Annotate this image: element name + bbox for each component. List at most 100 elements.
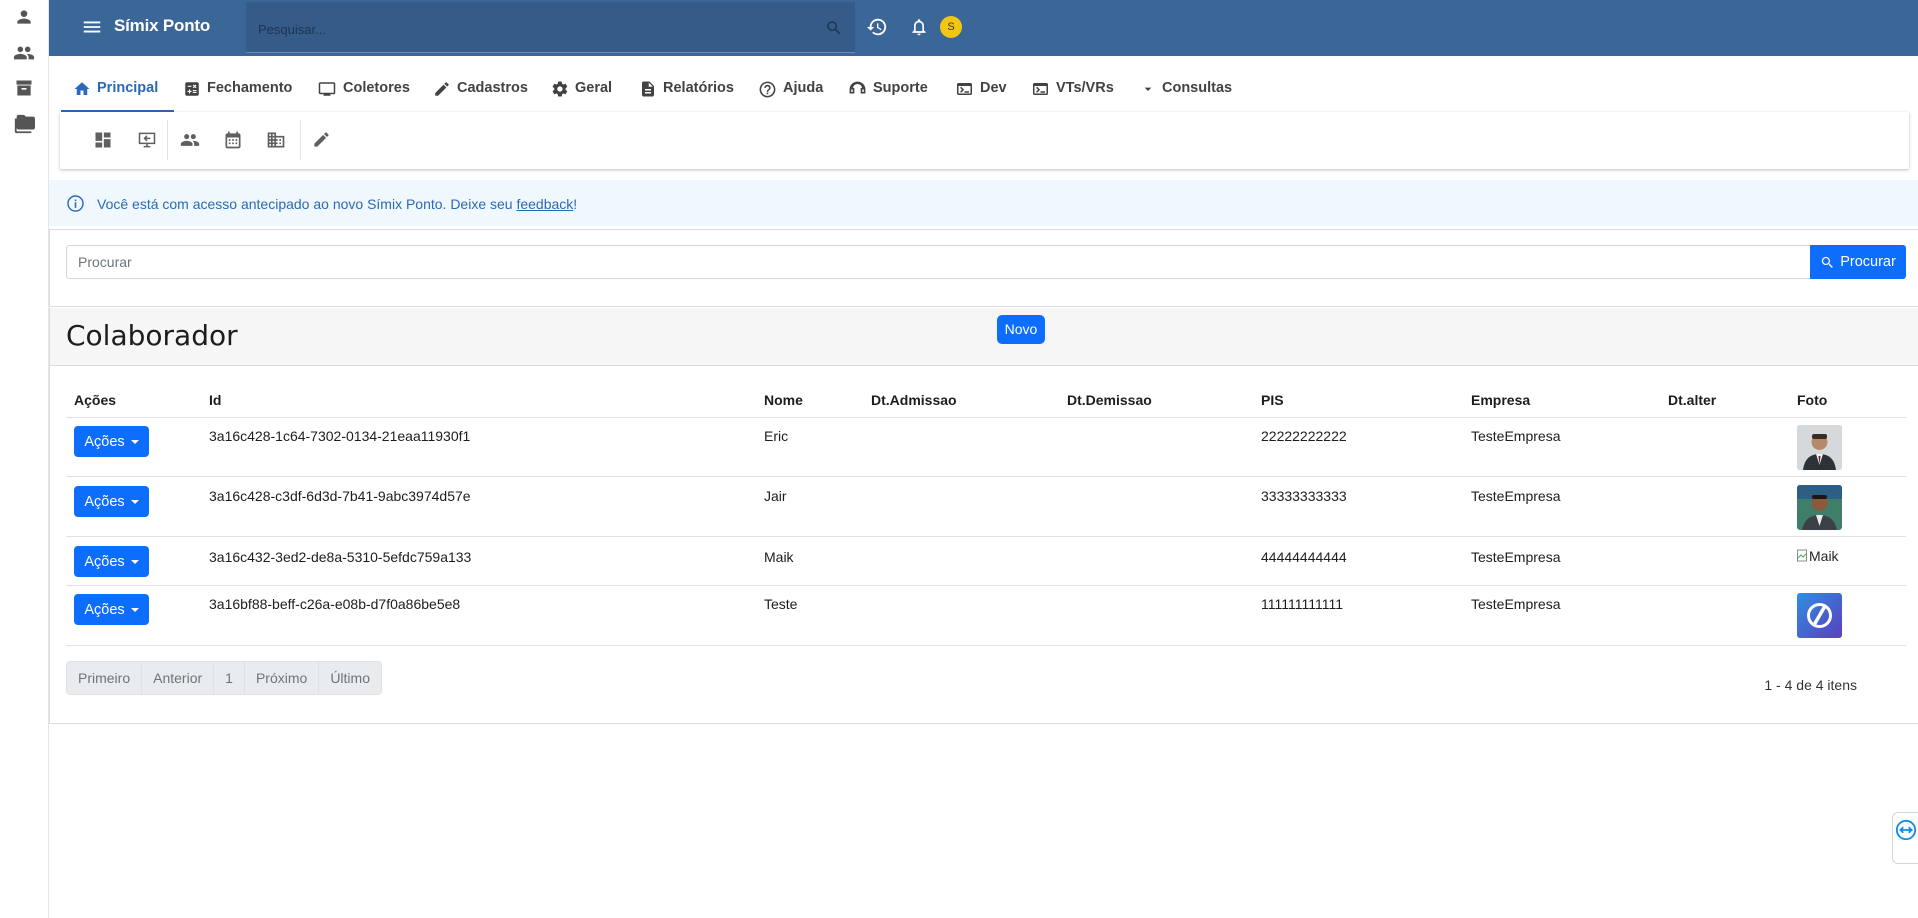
- tab-label: Suporte: [873, 80, 928, 96]
- global-search-placeholder: Pesquisar...: [258, 22, 326, 37]
- tab-label: Coletores: [343, 80, 410, 96]
- building-icon[interactable]: [266, 130, 288, 152]
- feedback-link[interactable]: feedback: [516, 196, 573, 212]
- caret-down-icon: [130, 559, 139, 564]
- employee-photo[interactable]: [1797, 593, 1842, 638]
- top-app-bar: Símix Ponto Pesquisar... S: [49, 0, 1918, 56]
- tab-ajuda[interactable]: Ajuda: [758, 80, 823, 116]
- history-icon[interactable]: [866, 16, 888, 38]
- caret-down-icon: [130, 499, 139, 504]
- support-icon: [849, 81, 866, 94]
- pager-next[interactable]: Próximo: [245, 662, 320, 694]
- home-icon: [74, 82, 90, 95]
- pencil-icon: [435, 82, 449, 96]
- card-header: Colaborador Novo: [49, 308, 1918, 366]
- actions-dropdown-button[interactable]: Ações: [74, 594, 149, 625]
- tab-label: Fechamento: [207, 80, 293, 96]
- employee-photo[interactable]: [1797, 485, 1842, 530]
- edit-pencil-icon[interactable]: [312, 130, 334, 152]
- tab-coletores[interactable]: Coletores: [317, 80, 410, 116]
- menu-icon[interactable]: [81, 16, 103, 38]
- gear-icon: [552, 81, 568, 97]
- pagination: Primeiro Anterior 1 Próximo Último: [66, 661, 382, 695]
- pager-first[interactable]: Primeiro: [67, 662, 143, 694]
- actions-dropdown-button[interactable]: Ações: [74, 546, 149, 577]
- notifications-bell-icon[interactable]: [909, 16, 931, 38]
- column-header[interactable]: Ações: [74, 392, 116, 408]
- cell-nome: Maik: [764, 549, 794, 565]
- dashboard-icon[interactable]: [93, 130, 115, 152]
- employee-table: Ações Id Nome Dt.Admissao Dt.Demissao PI…: [49, 366, 1918, 724]
- page-title: Colaborador: [66, 319, 238, 352]
- tab-dev[interactable]: Dev: [955, 80, 1007, 116]
- new-button[interactable]: Novo: [997, 315, 1045, 344]
- calendar-icon[interactable]: [223, 130, 245, 152]
- people-icon[interactable]: [179, 130, 201, 152]
- document-icon: [642, 81, 654, 97]
- pager-page-1[interactable]: 1: [214, 662, 245, 694]
- cell-pis: 33333333333: [1261, 488, 1347, 504]
- remote-support-widget[interactable]: [1892, 812, 1918, 864]
- early-access-alert: Você está com acesso antecipado ao novo …: [49, 180, 1918, 226]
- search-button-label: Procurar: [1840, 254, 1896, 270]
- cell-nome: Eric: [764, 428, 789, 444]
- tab-vts-vrs[interactable]: VTs/VRs: [1031, 80, 1114, 116]
- search-icon: [1822, 256, 1833, 268]
- tab-label: Relatórios: [663, 80, 734, 96]
- archive-icon[interactable]: [13, 77, 35, 99]
- column-header[interactable]: Foto: [1797, 392, 1827, 408]
- tab-relatorios[interactable]: Relatórios: [639, 80, 734, 116]
- column-header[interactable]: PIS: [1261, 392, 1284, 408]
- cell-pis: 22222222222: [1261, 428, 1347, 444]
- tab-label: Geral: [575, 80, 613, 96]
- column-header[interactable]: Nome: [764, 392, 803, 408]
- cell-id: 3a16bf88-beff-c26a-e08b-d7f0a86be5e8: [209, 596, 461, 612]
- cell-pis: 44444444444: [1261, 549, 1347, 565]
- cell-id: 3a16c428-c3df-6d3d-7b41-9abc3974d57e: [209, 488, 471, 504]
- people-icon[interactable]: [13, 42, 35, 64]
- person-icon[interactable]: [13, 6, 35, 28]
- column-header[interactable]: Id: [209, 392, 221, 408]
- cell-pis: 111111111111: [1261, 596, 1344, 612]
- cell-empresa: TesteEmpresa: [1471, 549, 1561, 565]
- pager-previous[interactable]: Anterior: [142, 662, 215, 694]
- global-search-input[interactable]: Pesquisar...: [246, 2, 855, 53]
- tab-label: Ajuda: [783, 80, 824, 96]
- column-header[interactable]: Dt.Admissao: [871, 392, 957, 408]
- remote-support-icon: [1895, 819, 1917, 841]
- tab-suporte[interactable]: Suporte: [848, 80, 928, 116]
- broken-image-icon: [1797, 549, 1807, 562]
- tab-consultas[interactable]: Consultas: [1140, 80, 1232, 116]
- cell-empresa: TesteEmpresa: [1471, 488, 1561, 504]
- actions-dropdown-button[interactable]: Ações: [74, 426, 149, 457]
- cell-id: 3a16c432-3ed2-de8a-5310-5efdc759a133: [209, 549, 472, 565]
- tab-cadastros[interactable]: Cadastros: [433, 80, 528, 116]
- cell-id: 3a16c428-1c64-7302-0134-21eaa11930f1: [209, 428, 471, 444]
- column-header[interactable]: Dt.alter: [1668, 392, 1716, 408]
- app-brand[interactable]: Símix Ponto: [114, 16, 210, 36]
- tab-label: Principal: [97, 80, 159, 96]
- tab-label: Dev: [980, 80, 1007, 96]
- search-icon[interactable]: [825, 19, 843, 42]
- screen-transfer-icon[interactable]: [136, 130, 158, 152]
- terminal-icon: [957, 83, 972, 95]
- cell-empresa: TesteEmpresa: [1471, 596, 1561, 612]
- search-input[interactable]: [66, 245, 1811, 279]
- user-avatar[interactable]: S: [940, 16, 962, 38]
- tab-geral[interactable]: Geral: [551, 80, 612, 116]
- help-icon: [759, 81, 776, 98]
- column-header[interactable]: Empresa: [1471, 392, 1530, 408]
- tab-label: Cadastros: [457, 80, 528, 96]
- search-button[interactable]: Procurar: [1810, 245, 1906, 279]
- folders-icon[interactable]: [13, 113, 35, 135]
- broken-image-alt[interactable]: Maik: [1797, 548, 1839, 564]
- tab-fechamento[interactable]: Fechamento: [183, 80, 292, 116]
- search-panel: Procurar: [49, 229, 1918, 307]
- pager-last[interactable]: Último: [319, 662, 381, 694]
- caret-down-icon: [130, 439, 139, 444]
- actions-dropdown-button[interactable]: Ações: [74, 486, 149, 517]
- employee-photo[interactable]: [1797, 425, 1842, 470]
- column-header[interactable]: Dt.Demissao: [1067, 392, 1152, 408]
- calculator-icon: [185, 82, 199, 96]
- tab-label: VTs/VRs: [1056, 80, 1114, 96]
